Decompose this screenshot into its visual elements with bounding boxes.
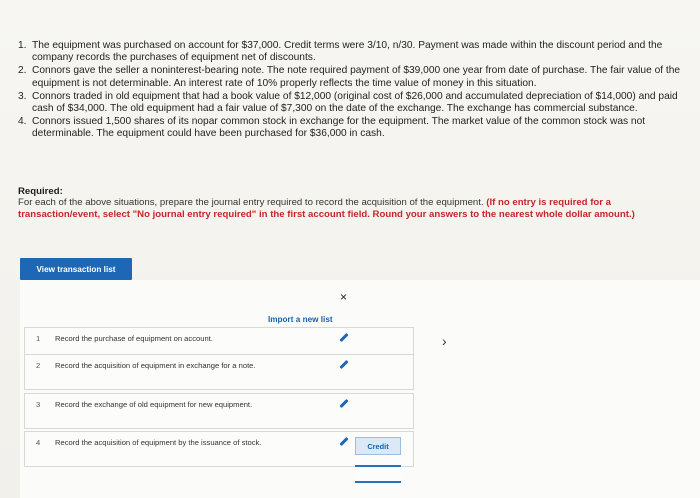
situation-list: 1. The equipment was purchased on account… <box>18 40 686 142</box>
situation-number: 4. <box>18 116 27 128</box>
import-new-list-link[interactable]: Import a new list <box>268 315 333 324</box>
situation-item: 2. Connors gave the seller a noninterest-… <box>18 65 686 89</box>
credit-input-underline <box>355 465 401 467</box>
close-icon[interactable]: × <box>340 290 347 304</box>
transaction-number: 2 <box>36 361 41 370</box>
transaction-row[interactable]: 3 Record the exchange of old equipment f… <box>24 393 414 429</box>
chevron-right-icon[interactable]: › <box>442 333 447 349</box>
transaction-text: Record the acquisition of equipment by t… <box>55 438 262 447</box>
situation-number: 2. <box>18 65 27 77</box>
transaction-text: Record the acquisition of equipment in e… <box>55 361 256 370</box>
situation-text: Connors issued 1,500 shares of its nopar… <box>32 116 646 140</box>
required-instruction: For each of the above situations, prepar… <box>18 197 484 209</box>
transaction-number: 4 <box>36 438 41 447</box>
situation-text: Connors traded in old equipment that had… <box>32 90 678 115</box>
situation-number: 3. <box>18 90 27 102</box>
credit-column-header[interactable]: Credit <box>355 437 401 455</box>
transaction-text: Record the purchase of equipment on acco… <box>55 334 213 343</box>
transaction-text: Record the exchange of old equipment for… <box>55 400 253 409</box>
edit-pencil-icon[interactable] <box>339 332 349 343</box>
situation-number: 1. <box>18 40 27 51</box>
edit-pencil-icon[interactable] <box>339 359 349 370</box>
view-transaction-list-button[interactable]: View transaction list <box>20 258 132 280</box>
transaction-number: 1 <box>36 334 41 343</box>
situation-text: Connors gave the seller a noninterest-be… <box>32 65 681 89</box>
situation-text: The equipment was purchased on account f… <box>32 40 663 64</box>
edit-pencil-icon[interactable] <box>339 398 349 409</box>
credit-input[interactable] <box>355 457 401 483</box>
situation-item: 3. Connors traded in old equipment that h… <box>18 91 686 115</box>
required-heading: Required: <box>18 186 63 197</box>
transaction-row[interactable]: 2 Record the acquisition of equipment in… <box>24 354 414 390</box>
required-section: Required: For each of the above situatio… <box>18 186 678 220</box>
transaction-number: 3 <box>36 400 41 409</box>
situation-item: 1. The equipment was purchased on account… <box>18 40 686 64</box>
situation-item: 4. Connors issued 1,500 shares of its nop… <box>18 116 686 140</box>
edit-pencil-icon[interactable] <box>339 436 349 447</box>
